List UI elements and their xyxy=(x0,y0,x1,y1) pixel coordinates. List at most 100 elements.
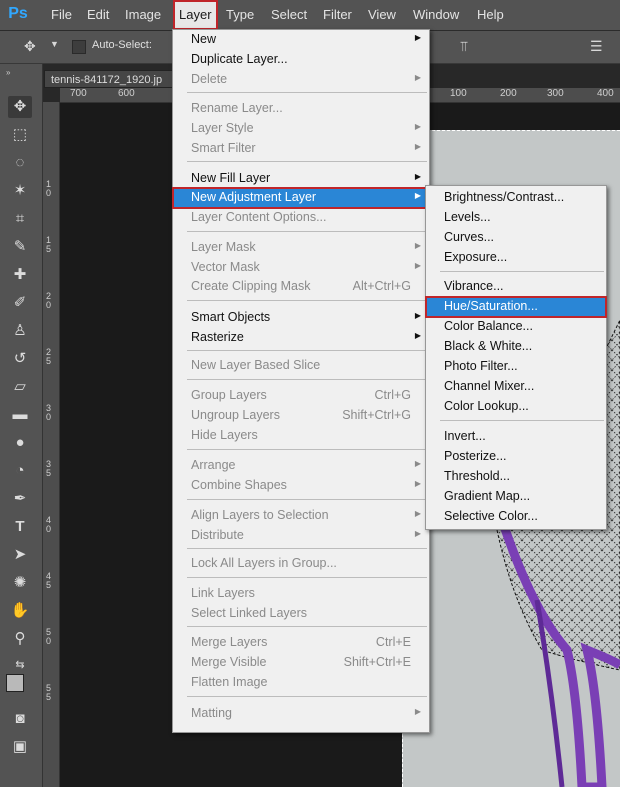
menu-item-duplicate-layer[interactable]: Duplicate Layer... xyxy=(173,50,429,70)
submenu-item-hue-saturation[interactable]: Hue/Saturation... xyxy=(425,296,607,318)
clone-stamp-icon[interactable]: ♙ xyxy=(8,320,32,342)
submenu-arrow-icon: ▶ xyxy=(414,509,421,518)
gradient-icon[interactable]: ▬ xyxy=(8,404,32,426)
menu-separator xyxy=(187,499,427,500)
menu-file[interactable]: File xyxy=(51,0,72,30)
menu-window[interactable]: Window xyxy=(413,0,459,30)
swap-colors-icon[interactable]: ⇆ xyxy=(8,654,32,676)
marquee-icon[interactable]: ⬚ xyxy=(8,124,32,146)
blur-icon[interactable]: ● xyxy=(8,432,32,454)
submenu-item-levels[interactable]: Levels... xyxy=(426,208,606,228)
foreground-color-swatch[interactable] xyxy=(6,674,24,692)
auto-select-checkbox[interactable] xyxy=(72,40,86,54)
menu-item-new[interactable]: New ▶ xyxy=(173,30,429,50)
history-brush-icon[interactable]: ↺ xyxy=(8,348,32,370)
zoom-icon[interactable]: ⚲ xyxy=(8,628,32,650)
menu-item-smart-objects[interactable]: Smart Objects ▶ xyxy=(173,308,429,328)
menu-item-new-layer-based-slice[interactable]: New Layer Based Slice xyxy=(173,356,429,376)
menu-separator xyxy=(187,350,427,351)
menu-item-new-adjustment-layer[interactable]: New Adjustment Layer ▶ xyxy=(172,187,430,209)
menu-item-vector-mask[interactable]: Vector Mask ▶ xyxy=(173,258,429,278)
menu-separator xyxy=(187,161,427,162)
menu-item-rename-layer[interactable]: Rename Layer... xyxy=(173,99,429,119)
menu-item-matting[interactable]: Matting ▶ xyxy=(173,704,429,724)
menu-item-link-layers[interactable]: Link Layers xyxy=(173,584,429,604)
submenu-arrow-icon: ▶ xyxy=(414,459,421,468)
menu-layer[interactable]: Layer xyxy=(173,0,218,30)
menu-item-merge-visible[interactable]: Merge Visible Shift+Ctrl+E xyxy=(173,653,429,673)
ruler-tick: 3 0 xyxy=(46,403,52,422)
menu-filter[interactable]: Filter xyxy=(323,0,352,30)
eraser-icon[interactable]: ▱ xyxy=(8,376,32,398)
menu-separator xyxy=(187,577,427,578)
document-tab[interactable]: tennis-841172_1920.jp xyxy=(44,70,174,88)
submenu-item-channel-mixer[interactable]: Channel Mixer... xyxy=(426,377,606,397)
submenu-item-exposure[interactable]: Exposure... xyxy=(426,248,606,268)
path-select-icon[interactable]: ➤ xyxy=(8,544,32,566)
submenu-item-posterize[interactable]: Posterize... xyxy=(426,447,606,467)
healing-brush-icon[interactable]: ✚ xyxy=(8,264,32,286)
menu-type[interactable]: Type xyxy=(226,0,254,30)
menu-item-group-layers[interactable]: Group Layers Ctrl+G xyxy=(173,386,429,406)
distribute-icon[interactable]: ☰ xyxy=(590,38,603,55)
align-top-icon[interactable]: ⫪ xyxy=(460,38,468,55)
menu-item-lock-all-layers[interactable]: Lock All Layers in Group... xyxy=(173,554,429,574)
menu-item-ungroup-layers[interactable]: Ungroup Layers Shift+Ctrl+G xyxy=(173,406,429,426)
menu-separator xyxy=(440,271,604,272)
hand-icon[interactable]: ✋ xyxy=(8,600,32,622)
dodge-icon[interactable]: ◔ xyxy=(8,460,32,482)
submenu-item-vibrance[interactable]: Vibrance... xyxy=(426,277,606,297)
menu-item-hide-layers[interactable]: Hide Layers xyxy=(173,426,429,446)
menu-item-delete[interactable]: Delete ▶ xyxy=(173,70,429,90)
move-tool-preset-icon[interactable]: ✥ xyxy=(24,38,36,55)
submenu-item-threshold[interactable]: Threshold... xyxy=(426,467,606,487)
submenu-item-curves[interactable]: Curves... xyxy=(426,228,606,248)
submenu-item-gradient-map[interactable]: Gradient Map... xyxy=(426,487,606,507)
pen-icon[interactable]: ✒ xyxy=(8,488,32,510)
crop-icon[interactable]: ⌗ xyxy=(8,208,32,230)
menu-item-merge-layers[interactable]: Merge Layers Ctrl+E xyxy=(173,633,429,653)
eyedropper-icon[interactable]: ✎ xyxy=(8,236,32,258)
menu-item-new-fill-layer[interactable]: New Fill Layer ▶ xyxy=(173,169,429,189)
lasso-icon[interactable]: ◌ xyxy=(8,152,32,174)
menu-separator xyxy=(187,548,427,549)
menu-item-distribute[interactable]: Distribute ▶ xyxy=(173,526,429,546)
chevron-down-icon[interactable]: ▼ xyxy=(50,39,59,49)
submenu-item-brightness-contrast[interactable]: Brightness/Contrast... xyxy=(426,188,606,208)
menu-item-flatten-image[interactable]: Flatten Image xyxy=(173,673,429,693)
menu-item-align-layers[interactable]: Align Layers to Selection ▶ xyxy=(173,506,429,526)
move-icon[interactable]: ✥ xyxy=(8,96,32,118)
menu-item-rasterize[interactable]: Rasterize ▶ xyxy=(173,328,429,348)
ruler-tick: 4 5 xyxy=(46,571,52,590)
menu-edit[interactable]: Edit xyxy=(87,0,109,30)
submenu-item-black-white[interactable]: Black & White... xyxy=(426,337,606,357)
menu-item-select-linked-layers[interactable]: Select Linked Layers xyxy=(173,604,429,624)
submenu-item-selective-color[interactable]: Selective Color... xyxy=(426,507,606,527)
menu-item-layer-content-options[interactable]: Layer Content Options... xyxy=(173,208,429,228)
collapse-panel-icon[interactable]: » xyxy=(6,68,10,77)
menu-item-smart-filter[interactable]: Smart Filter ▶ xyxy=(173,139,429,159)
submenu-item-color-lookup[interactable]: Color Lookup... xyxy=(426,397,606,417)
quick-mask-icon[interactable]: ◙ xyxy=(8,708,32,730)
menu-item-layer-mask[interactable]: Layer Mask ▶ xyxy=(173,238,429,258)
submenu-item-color-balance[interactable]: Color Balance... xyxy=(426,317,606,337)
menu-item-create-clipping-mask[interactable]: Create Clipping Mask Alt+Ctrl+G xyxy=(173,277,429,297)
shape-icon[interactable]: ✺ xyxy=(8,572,32,594)
menu-help[interactable]: Help xyxy=(477,0,504,30)
menu-item-combine-shapes[interactable]: Combine Shapes ▶ xyxy=(173,476,429,496)
menu-item-arrange[interactable]: Arrange ▶ xyxy=(173,456,429,476)
submenu-item-invert[interactable]: Invert... xyxy=(426,427,606,447)
menu-separator xyxy=(187,231,427,232)
type-icon[interactable]: T xyxy=(8,516,32,538)
magic-wand-icon[interactable]: ✶ xyxy=(8,180,32,202)
brush-icon[interactable]: ✐ xyxy=(8,292,32,314)
submenu-item-photo-filter[interactable]: Photo Filter... xyxy=(426,357,606,377)
menu-item-layer-style[interactable]: Layer Style ▶ xyxy=(173,119,429,139)
layer-menu: New ▶ Duplicate Layer... Delete ▶ Rename L… xyxy=(172,29,430,733)
menu-image[interactable]: Image xyxy=(125,0,161,30)
menu-select[interactable]: Select xyxy=(271,0,307,30)
screen-mode-icon[interactable]: ▣ xyxy=(8,736,32,758)
menu-view[interactable]: View xyxy=(368,0,396,30)
menu-separator xyxy=(187,449,427,450)
ruler-tick: 2 5 xyxy=(46,347,52,366)
